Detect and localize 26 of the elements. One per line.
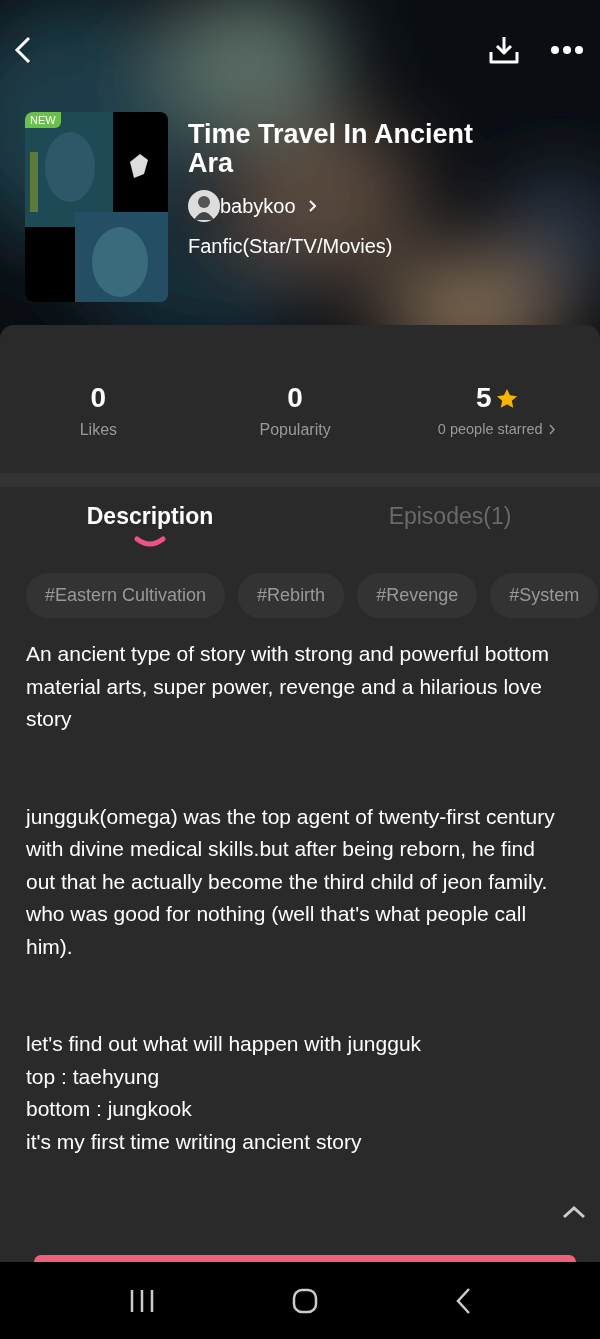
stat-label[interactable]: 0 people starred [437, 421, 543, 437]
home-icon[interactable] [292, 1287, 318, 1314]
description-text: bottom : jungkook [26, 1096, 193, 1122]
stat-label: Popularity [259, 421, 331, 439]
back-icon[interactable] [455, 1287, 472, 1314]
tag-chip[interactable]: #Eastern Cultivation [26, 573, 226, 618]
stat-value: 0 [90, 382, 107, 414]
tag-chip[interactable]: #System [490, 573, 599, 618]
description-text: let's find out what will happen with jungguk [26, 1031, 423, 1057]
tab[interactable]: Description [86, 503, 214, 530]
tag-chip[interactable]: #Revenge [357, 573, 478, 618]
tag-chip[interactable]: #Rebirth [238, 573, 345, 618]
recent-apps-icon[interactable] [128, 1288, 155, 1313]
description-text: An ancient type of story with strong and powerful bottom [26, 641, 550, 667]
tab-indicator [134, 536, 166, 548]
description-text: material arts, super power, revenge and a hilarious love story [26, 673, 543, 732]
stat-value: 5 [475, 382, 492, 414]
star-icon [495, 387, 518, 409]
stat-label: Likes [79, 421, 118, 439]
description-text: top : taehyung [26, 1063, 161, 1090]
description-text: jungguk(omega) was the top agent of twenty-first century with divine medical skills.but after being reborn, he find out that he actually become the third child of jeon family. who was good for nothing (well that's what people call him). [26, 803, 556, 960]
stat-value: 0 [287, 382, 303, 414]
chevron-right-icon [548, 423, 556, 435]
chevron-up-icon[interactable] [562, 1205, 586, 1219]
description-text: it's my first time writing ancient story [26, 1128, 363, 1155]
tab[interactable]: Episodes(1) [388, 503, 512, 530]
